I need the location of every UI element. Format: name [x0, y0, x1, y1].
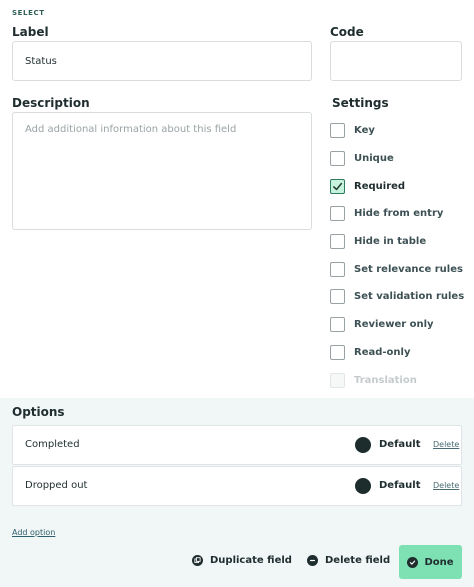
- setting-translation: Translation: [330, 366, 470, 394]
- settings-list: Key Unique Required Hide from entry Hide…: [330, 117, 470, 394]
- duplicate-field-button[interactable]: Duplicate field: [192, 555, 292, 566]
- duplicate-field-label: Duplicate field: [210, 555, 292, 566]
- option-name: Dropped out: [25, 480, 88, 491]
- settings-title: Settings: [332, 96, 389, 110]
- setting-label: Set validation rules: [354, 291, 465, 303]
- code-field[interactable]: [330, 41, 462, 81]
- setting-read-only[interactable]: Read-only: [330, 339, 470, 367]
- options-panel: Options Completed Default Delete Dropped…: [0, 398, 474, 587]
- option-row[interactable]: Completed Default Delete: [12, 425, 462, 465]
- setting-hide-from-entry[interactable]: Hide from entry: [330, 200, 470, 228]
- color-label[interactable]: Default: [379, 439, 421, 450]
- checkbox-disabled: [330, 372, 345, 388]
- checkbox[interactable]: [330, 289, 345, 305]
- code-input[interactable]: [331, 42, 461, 80]
- setting-hide-in-table[interactable]: Hide in table: [330, 228, 470, 256]
- checkbox[interactable]: [330, 151, 345, 167]
- setting-unique[interactable]: Unique: [330, 145, 470, 173]
- delete-field-label: Delete field: [325, 555, 391, 566]
- color-label[interactable]: Default: [379, 480, 421, 491]
- done-button[interactable]: Done: [399, 545, 462, 579]
- check-icon: [333, 182, 343, 190]
- check-circle-icon: [407, 556, 419, 568]
- checkbox[interactable]: [330, 234, 345, 250]
- setting-label: Read-only: [354, 346, 411, 358]
- checkbox[interactable]: [330, 317, 345, 333]
- setting-label: Translation: [354, 374, 417, 386]
- setting-required[interactable]: Required: [330, 172, 470, 200]
- add-option-link[interactable]: Add option: [12, 528, 55, 537]
- description-field[interactable]: [12, 112, 312, 230]
- checkbox[interactable]: [330, 123, 345, 139]
- option-row[interactable]: Dropped out Default Delete: [12, 466, 462, 506]
- label-field[interactable]: [12, 41, 312, 81]
- label-input[interactable]: [13, 42, 311, 80]
- setting-label: Hide in table: [354, 236, 427, 248]
- setting-label: Set relevance rules: [354, 263, 463, 275]
- code-title: Code: [330, 25, 364, 39]
- setting-label: Required: [354, 180, 406, 192]
- label-title: Label: [12, 25, 49, 39]
- duplicate-icon: [192, 555, 203, 566]
- setting-label: Key: [354, 125, 375, 137]
- setting-relevance-rules[interactable]: Set relevance rules: [330, 255, 470, 283]
- options-title: Options: [12, 405, 65, 419]
- delete-option-link[interactable]: Delete: [433, 440, 459, 449]
- minus-icon: [307, 555, 318, 566]
- delete-field-button[interactable]: Delete field: [307, 555, 390, 566]
- color-swatch[interactable]: [355, 478, 371, 494]
- setting-key[interactable]: Key: [330, 117, 470, 145]
- setting-label: Hide from entry: [354, 208, 444, 220]
- setting-label: Reviewer only: [354, 319, 434, 331]
- checkbox[interactable]: [330, 206, 345, 222]
- description-title: Description: [12, 96, 90, 110]
- color-swatch[interactable]: [355, 437, 371, 453]
- done-label: Done: [424, 556, 454, 568]
- setting-reviewer-only[interactable]: Reviewer only: [330, 311, 470, 339]
- checkbox-checked[interactable]: [330, 178, 345, 194]
- field-type-tag: SELECT: [12, 9, 45, 17]
- description-textarea[interactable]: [13, 113, 311, 229]
- setting-validation-rules[interactable]: Set validation rules: [330, 283, 470, 311]
- checkbox[interactable]: [330, 261, 345, 277]
- setting-label: Unique: [354, 153, 394, 165]
- checkbox[interactable]: [330, 344, 345, 360]
- option-name: Completed: [25, 439, 80, 450]
- delete-option-link[interactable]: Delete: [433, 481, 459, 490]
